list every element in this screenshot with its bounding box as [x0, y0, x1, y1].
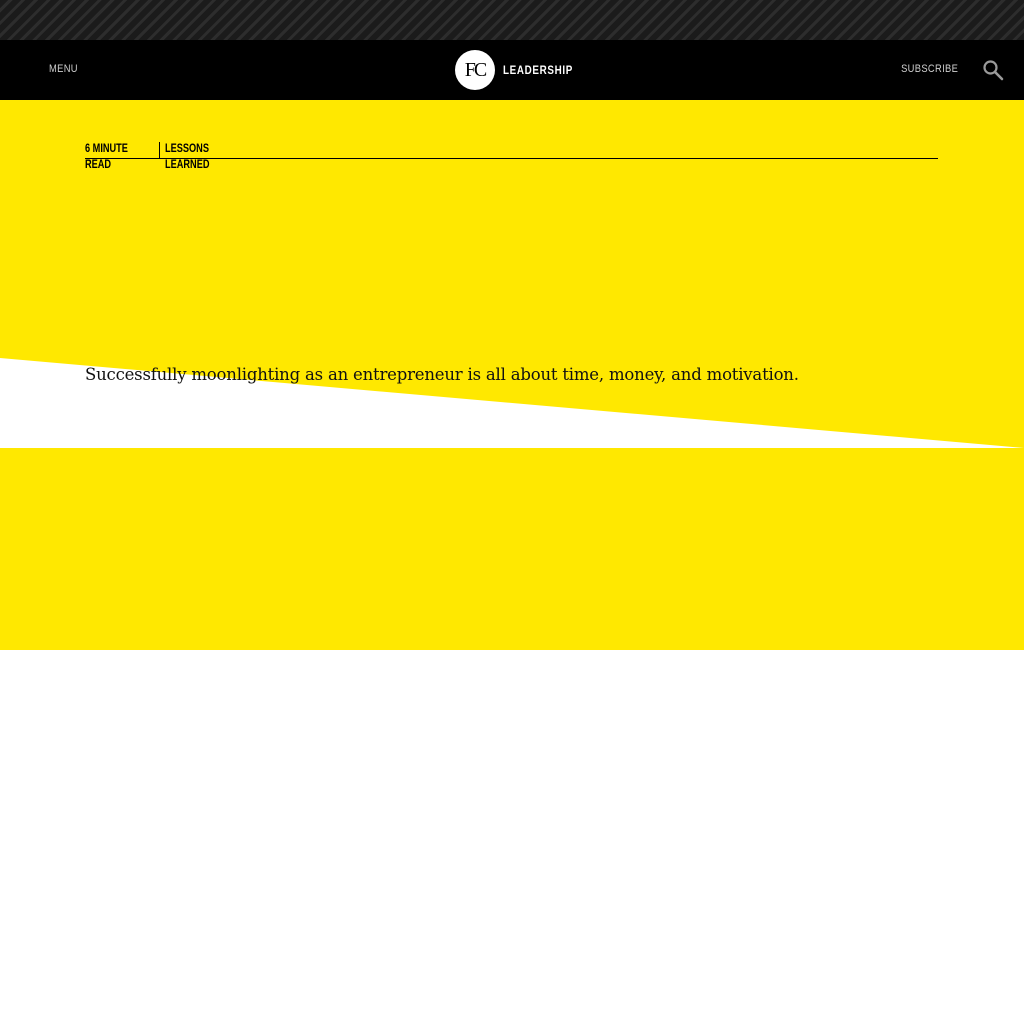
top-banner-stripes [0, 0, 1024, 40]
read-time: 6 MINUTE READ [85, 143, 128, 171]
menu-button[interactable]: MENU [49, 63, 78, 75]
page: MENU FC LEADERSHIP SUBSCRIBE 6 MINUTE RE… [0, 0, 1024, 1024]
top-navbar: MENU FC LEADERSHIP SUBSCRIBE [0, 40, 1024, 100]
article-hero: 6 MINUTE READ LESSONS LEARNED Successful… [0, 100, 1024, 650]
article-dek: Successfully moonlighting as an entrepre… [85, 365, 799, 384]
brand-home-link[interactable]: FC LEADERSHIP [455, 50, 588, 90]
category-link[interactable]: LESSONS LEARNED [165, 141, 213, 173]
section-label: LEADERSHIP [503, 63, 573, 77]
fast-company-logo: FC [455, 50, 495, 90]
article-meta: 6 MINUTE READ LESSONS LEARNED [85, 141, 938, 171]
subscribe-link[interactable]: SUBSCRIBE [901, 63, 958, 75]
meta-divider [159, 142, 160, 158]
search-icon[interactable] [982, 59, 1004, 81]
